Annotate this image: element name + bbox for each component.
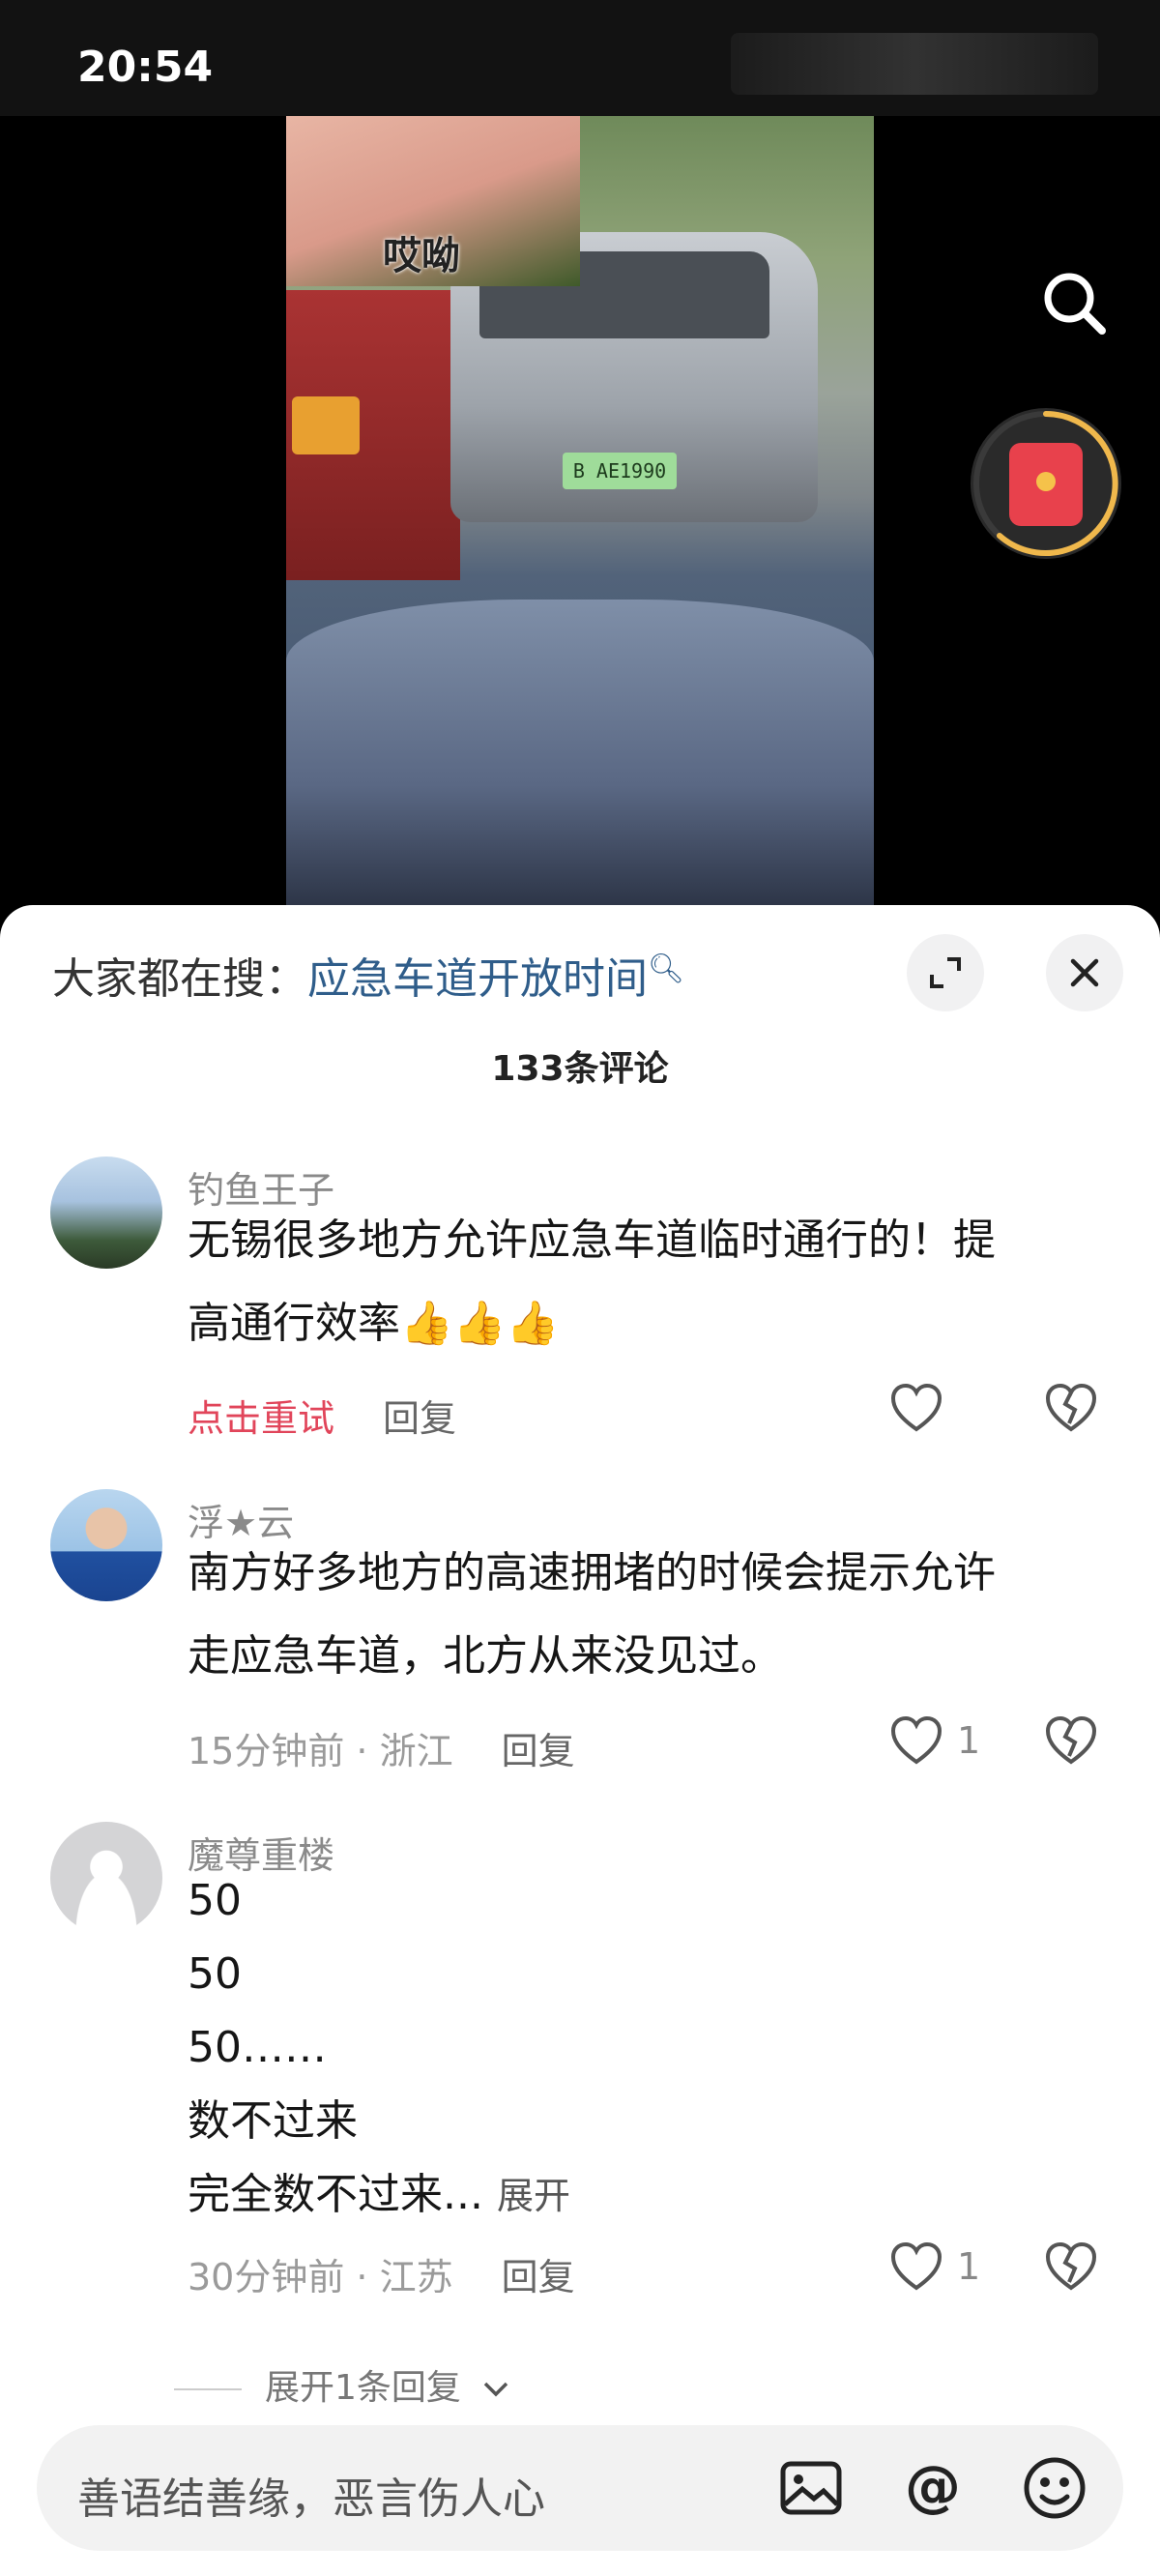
close-button[interactable] — [1046, 934, 1123, 1011]
sticker-text: 哎呦 — [383, 234, 460, 278]
comment-meta: 30分钟前 · 江苏 回复 — [188, 2247, 575, 2300]
dislike-button[interactable] — [1044, 1383, 1098, 1437]
hot-search-label: 大家都在搜： — [52, 954, 307, 1004]
red-packet-icon — [1009, 443, 1083, 526]
comment-time-location: 30分钟前 · 江苏 — [188, 2256, 453, 2298]
dislike-button[interactable] — [1044, 1715, 1098, 1770]
comment-panel: 大家都在搜：应急车道开放时间🔍︎ 133条评论 钓鱼王子 无锡很多地方允许应急车… — [0, 905, 1160, 2576]
red-packet-button[interactable] — [971, 408, 1121, 559]
comment-line: 南方好多地方的高速拥堵的时候会提示允许 — [188, 1548, 996, 1597]
comment-line: 数不过来 — [188, 2096, 358, 2146]
comment-time-location: 15分钟前 · 浙江 — [188, 1730, 453, 1772]
like-button[interactable]: 1 — [889, 1715, 980, 1766]
heart-icon — [890, 2241, 942, 2291]
hot-search-icon: 🔍︎ — [648, 951, 685, 986]
search-icon[interactable] — [1036, 265, 1114, 342]
video-truck-light — [292, 396, 360, 454]
video-frame[interactable]: B AE1990 哎呦 — [286, 116, 874, 909]
reaction-sticker: 哎呦 — [286, 116, 580, 286]
close-icon — [1070, 958, 1099, 987]
comment-line: 高通行效率👍👍👍 — [188, 1299, 560, 1348]
image-icon[interactable] — [777, 2454, 845, 2522]
status-bar: 20:54 — [0, 0, 1160, 116]
expand-button[interactable] — [907, 934, 984, 1011]
status-icons — [731, 33, 1098, 95]
expand-text-button[interactable]: 展开 — [497, 2175, 570, 2217]
comment-meta: 点击重试 回复 — [188, 1389, 456, 1442]
comment-line: 50…… — [188, 2023, 327, 2072]
dislike-button[interactable] — [1044, 2241, 1098, 2296]
status-time: 20:54 — [77, 43, 214, 92]
comment-text: 50 50 50…… 数不过来 完全数不过来... 展开 — [188, 1864, 1106, 2233]
comment-line: 走应急车道，北方从来没见过。 — [188, 1631, 783, 1681]
comment-line: 50 — [188, 1876, 242, 1925]
reply-button[interactable]: 回复 — [383, 1397, 456, 1440]
broken-heart-icon — [1045, 2241, 1097, 2291]
reply-button[interactable]: 回复 — [502, 2256, 575, 2298]
hot-search[interactable]: 大家都在搜：应急车道开放时间🔍︎ — [52, 944, 684, 1006]
retry-link[interactable]: 点击重试 — [188, 1397, 334, 1440]
divider — [174, 2388, 242, 2390]
expand-icon — [930, 957, 961, 988]
heart-icon — [890, 1383, 942, 1432]
video-player[interactable]: B AE1990 哎呦 — [0, 116, 1160, 909]
comment-input-bar[interactable]: 善语结善缘，恶言伤人心 @ — [37, 2425, 1123, 2551]
like-count: 1 — [957, 1719, 981, 1762]
expand-replies-button[interactable]: 展开1条回复 — [174, 2359, 510, 2410]
comment-line: 50 — [188, 1949, 242, 1999]
broken-heart-icon — [1045, 1383, 1097, 1432]
hot-search-keyword[interactable]: 应急车道开放时间 — [307, 954, 648, 1004]
avatar[interactable] — [50, 1822, 162, 1934]
broken-heart-icon — [1045, 1715, 1097, 1765]
comment-line: 无锡很多地方允许应急车道临时通行的！提 — [188, 1215, 996, 1265]
at-icon[interactable]: @ — [899, 2453, 967, 2522]
like-button[interactable]: 1 — [889, 2241, 980, 2292]
reply-button[interactable]: 回复 — [502, 1730, 575, 1772]
like-count: 1 — [957, 2245, 981, 2288]
comment-text: 无锡很多地方允许应急车道临时通行的！提 高通行效率👍👍👍 — [188, 1199, 1106, 1365]
comment-meta: 15分钟前 · 浙江 回复 — [188, 1721, 575, 1774]
comment-input-placeholder[interactable]: 善语结善缘，恶言伤人心 — [77, 2464, 545, 2526]
heart-icon — [890, 1715, 942, 1765]
comment-count: 133条评论 — [491, 1049, 669, 1089]
comment-line-text: 完全数不过来... — [188, 2170, 483, 2219]
svg-text:@: @ — [905, 2454, 961, 2519]
video-dashboard — [286, 600, 874, 909]
avatar[interactable] — [50, 1489, 162, 1601]
expand-replies-label: 展开1条回复 — [265, 2368, 461, 2408]
comment-text: 南方好多地方的高速拥堵的时候会提示允许 走应急车道，北方从来没见过。 — [188, 1532, 1106, 1698]
like-button[interactable] — [889, 1383, 943, 1433]
license-plate: B AE1990 — [563, 453, 677, 489]
chevron-down-icon — [484, 2382, 508, 2397]
avatar[interactable] — [50, 1156, 162, 1269]
comment-line: 完全数不过来... 展开 — [188, 2158, 1106, 2233]
emoji-icon[interactable] — [1021, 2454, 1088, 2522]
